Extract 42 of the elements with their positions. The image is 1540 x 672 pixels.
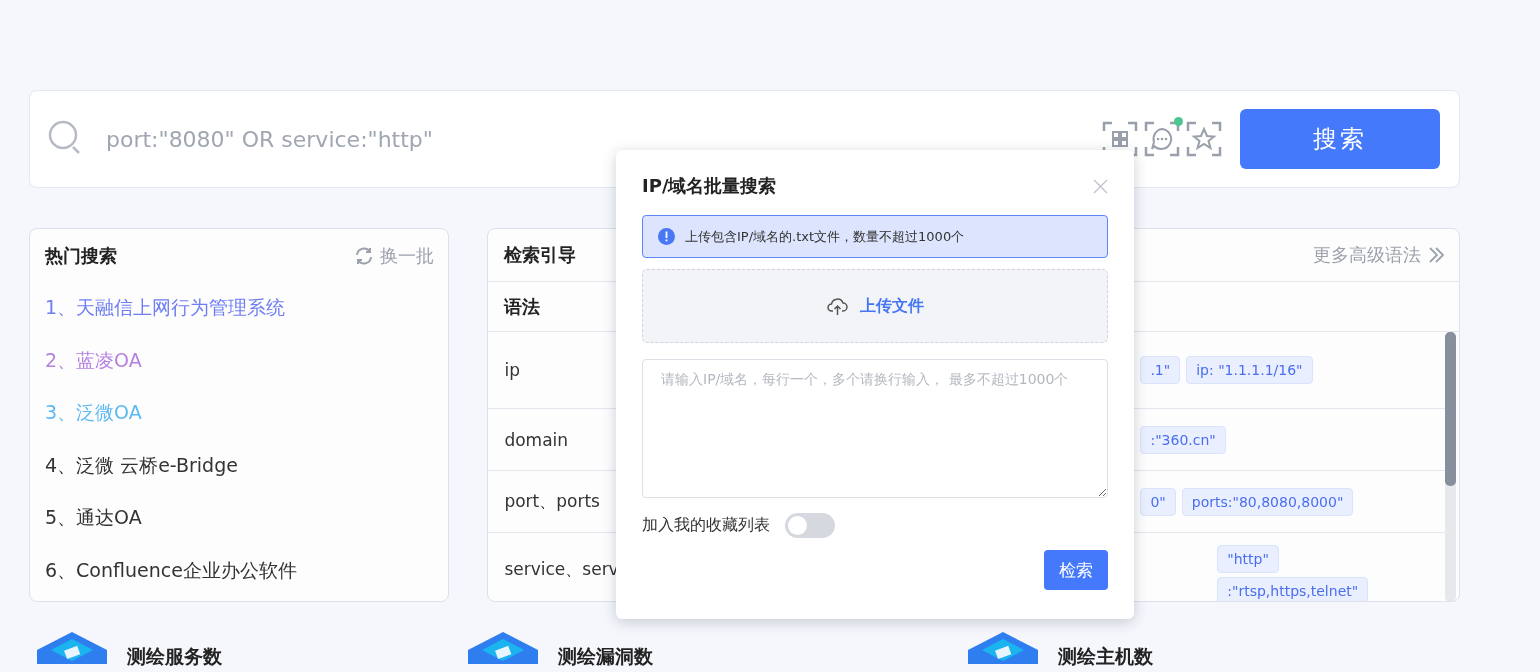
stat-label: 测绘漏洞数 (558, 644, 654, 669)
ip-domain-input[interactable]: 请输入IP/域名，每行一个，多个请换行输入， 最多不超过1000个 (642, 359, 1108, 498)
favorite-label: 加入我的收藏列表 (642, 515, 770, 536)
info-icon (658, 228, 675, 245)
hot-search-link[interactable]: 1、天融信上网行为管理系统 (45, 281, 435, 334)
example-tag[interactable]: .1" (1140, 356, 1181, 384)
upload-button[interactable]: 上传文件 (642, 269, 1108, 343)
stat-label: 测绘主机数 (1058, 644, 1153, 669)
close-icon[interactable] (1093, 178, 1108, 194)
card-title: 热门搜索 (45, 244, 117, 268)
favorite-toggle[interactable] (785, 513, 835, 538)
scrollbar-thumb[interactable] (1445, 332, 1456, 486)
refresh-button[interactable]: 换一批 (354, 244, 435, 268)
example-tag[interactable]: 0" (1140, 487, 1176, 516)
info-alert: 上传包含IP/域名的.txt文件，数量不超过1000个 (642, 215, 1108, 258)
syntax-cell: service、serv (504, 557, 619, 581)
hot-search-link[interactable]: 6、Confluence企业办公软件 (45, 543, 435, 596)
example-tag[interactable]: ip: "1.1.1.1/16" (1186, 356, 1313, 384)
double-chevron-icon (1427, 246, 1445, 264)
stat-label: 测绘服务数 (127, 644, 222, 669)
search-button[interactable]: 搜索 (1240, 109, 1440, 169)
card-title: 检索引导 (504, 243, 577, 267)
hot-search-link[interactable]: 2、蓝凌OA (45, 333, 435, 386)
example-tag[interactable]: :"360.cn" (1140, 425, 1226, 454)
example-tag[interactable]: ports:"80,8080,8000" (1181, 487, 1354, 516)
search-submit-button[interactable]: 检索 (1044, 550, 1108, 590)
refresh-icon (354, 246, 375, 266)
more-syntax-link[interactable]: 更多高级语法 (1313, 243, 1445, 267)
star-icon[interactable] (1186, 121, 1222, 157)
qr-code-icon[interactable] (1102, 121, 1138, 157)
hot-search-link[interactable]: 5、通达OA (45, 491, 435, 544)
hot-search-link[interactable]: 4、泛微 云桥e-Bridge (45, 438, 435, 491)
cloud-upload-icon (826, 296, 848, 316)
chat-icon[interactable] (1144, 121, 1180, 157)
search-field[interactable]: port:"8080" OR service:"http" (104, 125, 1096, 153)
example-tag[interactable]: "http" (1217, 545, 1279, 573)
dialog-title: IP/域名批量搜索 (642, 174, 777, 198)
syntax-cell: port、ports (504, 490, 600, 513)
example-tag[interactable]: :"rtsp,https,telnet" (1217, 577, 1369, 601)
syntax-cell: domain (504, 429, 569, 450)
hot-search-link[interactable]: 3、泛微OA (45, 386, 435, 439)
syntax-cell: ip (504, 360, 520, 380)
